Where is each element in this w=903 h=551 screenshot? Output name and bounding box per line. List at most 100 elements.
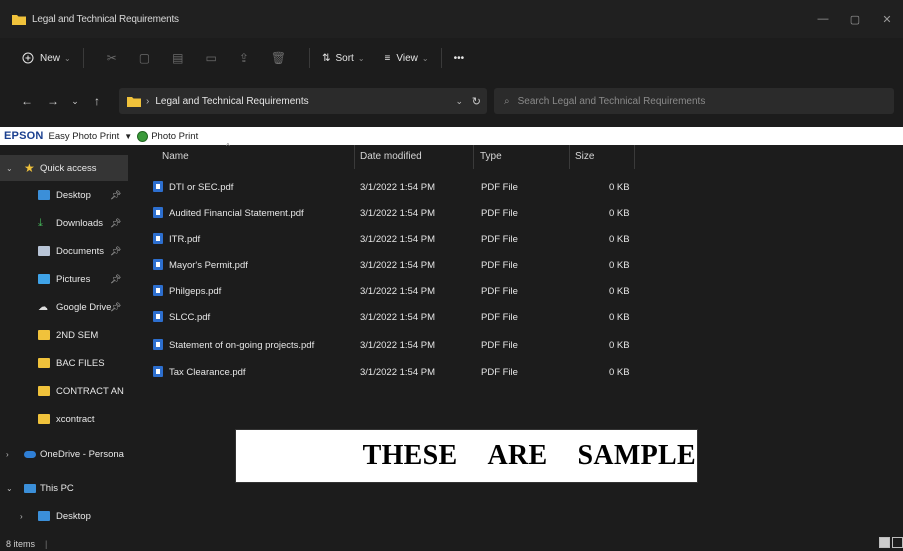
nav-this-pc[interactable]: ⌄ This PC — [0, 475, 128, 501]
file-date: 3/1/2022 1:54 PM — [360, 234, 435, 245]
new-label: New — [40, 52, 61, 64]
new-button[interactable]: New ⌄ — [22, 52, 71, 64]
tiles-view-icon[interactable] — [892, 537, 903, 548]
nav-item-bac-files[interactable]: BAC FILES — [0, 350, 128, 376]
column-divider[interactable] — [354, 145, 355, 169]
back-arrow-icon[interactable]: ← — [16, 94, 38, 108]
file-row[interactable]: Statement of on-going projects.pdf 3/1/2… — [128, 332, 903, 358]
column-header-size[interactable]: Size — [575, 151, 594, 162]
file-type: PDF File — [481, 234, 518, 245]
folder-icon — [38, 414, 50, 424]
overlay-word: SAMPLE — [577, 440, 696, 471]
file-row[interactable]: Mayor's Permit.pdf 3/1/2022 1:54 PM PDF … — [128, 252, 903, 278]
chevron-down-icon[interactable]: ▼ — [124, 132, 132, 141]
pin-icon: 📌︎ — [110, 189, 122, 200]
maximize-button[interactable]: ▢ — [839, 0, 871, 38]
file-name: DTI or SEC.pdf — [169, 182, 234, 193]
more-options-button[interactable]: ••• — [454, 53, 465, 64]
cut-icon[interactable]: ✂ — [107, 51, 117, 65]
file-name: Tax Clearance.pdf — [169, 367, 246, 378]
expand-chevron-icon[interactable]: ⌄ — [6, 164, 13, 173]
divider — [440, 48, 442, 68]
file-date: 3/1/2022 1:54 PM — [360, 182, 435, 193]
search-icon: ⌕ — [504, 95, 510, 107]
pin-icon: 📌︎ — [110, 301, 122, 312]
file-row[interactable]: Tax Clearance.pdf 3/1/2022 1:54 PM PDF F… — [128, 359, 903, 385]
nav-item-documents[interactable]: Documents 📌︎ — [0, 238, 128, 264]
file-name: Philgeps.pdf — [169, 286, 222, 297]
epson-toolbar: EPSON Easy Photo Print ▼ Photo Print — [0, 127, 903, 145]
close-button[interactable]: ✕ — [871, 0, 903, 38]
file-row[interactable]: Philgeps.pdf 3/1/2022 1:54 PM PDF File 0… — [128, 278, 903, 304]
copy-icon[interactable]: ▢ — [139, 51, 150, 65]
recent-chevron-icon[interactable]: ⌄ — [64, 96, 86, 107]
nav-quick-access[interactable]: ⌄ ★ Quick access — [0, 155, 128, 181]
chevron-down-icon: ⌄ — [64, 53, 71, 63]
nav-item-desktop[interactable]: Desktop 📌︎ — [0, 182, 128, 208]
address-bar[interactable]: › Legal and Technical Requirements ⌄ ↻ — [119, 88, 487, 114]
column-header-type[interactable]: Type — [480, 151, 502, 162]
easy-photo-print-button[interactable]: Easy Photo Print — [49, 131, 120, 142]
paste-icon[interactable]: ▤ — [172, 51, 183, 65]
nav-label: OneDrive - Personal — [40, 448, 124, 460]
search-placeholder: Search Legal and Technical Requirements — [517, 95, 706, 107]
expand-chevron-icon[interactable]: › — [20, 512, 23, 521]
up-arrow-icon[interactable]: ↑ — [86, 94, 108, 108]
chevron-down-icon: ⌄ — [357, 53, 365, 63]
column-header-date[interactable]: Date modified — [360, 151, 422, 162]
folder-icon — [38, 330, 50, 340]
forward-arrow-icon[interactable]: → — [42, 94, 64, 108]
file-name: Audited Financial Statement.pdf — [169, 208, 304, 219]
nav-item-google-drive[interactable]: ☁ Google Drive 📌︎ — [0, 294, 128, 320]
onedrive-icon — [24, 450, 36, 458]
nav-onedrive[interactable]: › OneDrive - Personal — [0, 441, 128, 467]
divider — [309, 48, 311, 68]
pdf-file-icon — [153, 285, 163, 296]
column-header-row: ^ Name Date modified Type Size — [128, 142, 903, 169]
file-date: 3/1/2022 1:54 PM — [360, 286, 435, 297]
view-label: View — [396, 52, 418, 64]
minimize-button[interactable]: — — [807, 0, 839, 38]
sort-icon: ⇅ — [322, 52, 331, 64]
pdf-file-icon — [153, 366, 163, 377]
expand-chevron-icon[interactable]: › — [6, 450, 9, 459]
share-icon[interactable]: ⇪ — [239, 51, 249, 65]
delete-icon[interactable]: 🗑︎ — [271, 51, 286, 65]
sort-button[interactable]: ⇅ Sort ⌄ — [322, 53, 364, 64]
rename-icon[interactable]: ▭ — [205, 51, 216, 65]
file-date: 3/1/2022 1:54 PM — [360, 208, 435, 219]
nav-this-pc-desktop[interactable]: › Desktop — [0, 503, 128, 529]
file-row[interactable]: Audited Financial Statement.pdf 3/1/2022… — [128, 200, 903, 226]
column-divider[interactable] — [634, 145, 635, 169]
overlay-word: THESE — [362, 440, 458, 471]
file-row[interactable]: ITR.pdf 3/1/2022 1:54 PM PDF File 0 KB — [128, 226, 903, 252]
file-row[interactable]: DTI or SEC.pdf 3/1/2022 1:54 PM PDF File… — [128, 174, 903, 200]
nav-label: 2ND SEM — [56, 329, 99, 341]
file-size: 0 KB — [609, 340, 630, 351]
refresh-icon[interactable]: ↻ — [472, 95, 481, 108]
documents-icon — [38, 246, 50, 256]
view-button[interactable]: ≡ View ⌄ — [385, 53, 429, 64]
search-input[interactable]: ⌕ Search Legal and Technical Requirement… — [494, 88, 894, 114]
file-row[interactable]: SLCC.pdf 3/1/2022 1:54 PM PDF File 0 KB — [128, 304, 903, 330]
nav-label: CONTRACT AND — [56, 385, 124, 397]
nav-item-xcontract[interactable]: xcontract — [0, 406, 128, 432]
column-header-name[interactable]: Name — [162, 151, 189, 162]
breadcrumb[interactable]: Legal and Technical Requirements — [155, 96, 308, 107]
photo-print-button[interactable]: Photo Print — [151, 131, 198, 142]
nav-item-pictures[interactable]: Pictures 📌︎ — [0, 266, 128, 292]
sort-label: Sort — [335, 52, 354, 64]
nav-label: Quick access — [40, 162, 97, 174]
address-dropdown-icon[interactable]: ⌄ — [455, 96, 463, 107]
nav-item-downloads[interactable]: ⤓ Downloads 📌︎ — [0, 210, 128, 236]
plus-circle-icon — [22, 52, 34, 64]
nav-item-2nd-sem[interactable]: 2ND SEM — [0, 322, 128, 348]
nav-item-contract[interactable]: CONTRACT AND — [0, 378, 128, 404]
column-divider[interactable] — [569, 145, 570, 169]
expand-chevron-icon[interactable]: ⌄ — [6, 484, 13, 493]
desktop-icon — [38, 190, 50, 200]
column-divider[interactable] — [473, 145, 474, 169]
details-view-icon[interactable] — [879, 537, 890, 548]
file-type: PDF File — [481, 340, 518, 351]
sample-overlay-banner: THESE ARE SAMPLE — [235, 429, 698, 483]
